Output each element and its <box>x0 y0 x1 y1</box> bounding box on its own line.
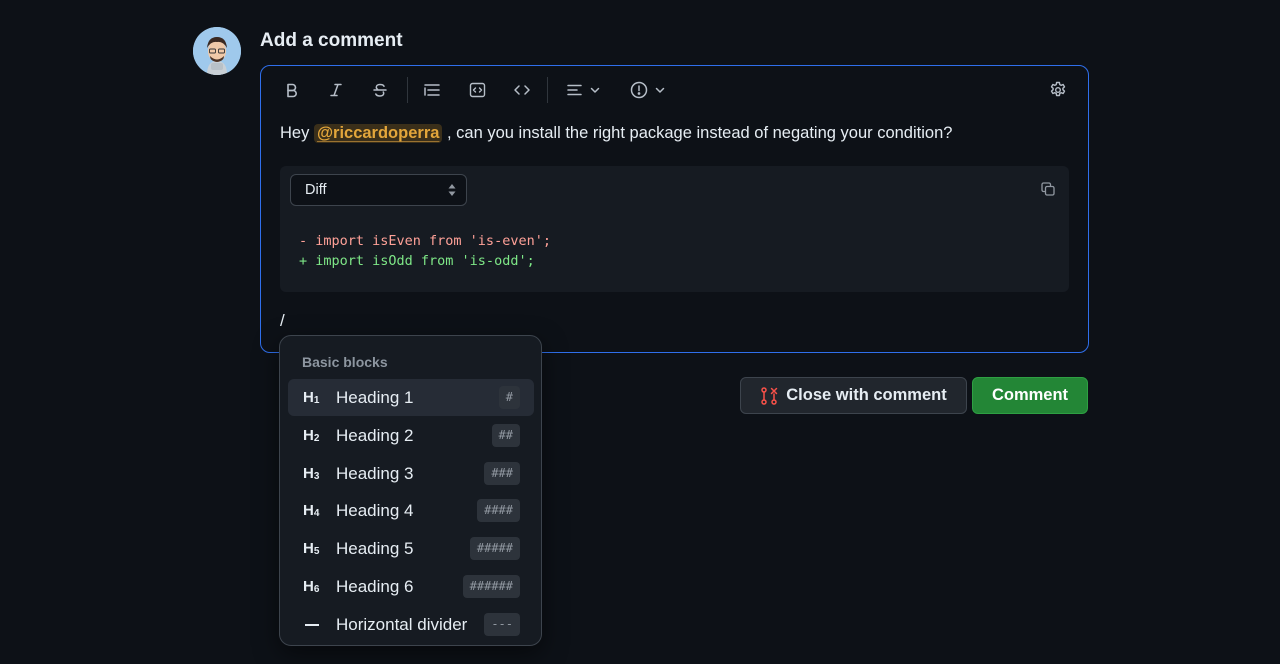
menu-item-heading-2[interactable]: H2 Heading 2 ## <box>288 417 534 454</box>
menu-item-shortcut: ## <box>491 424 520 447</box>
alert-dropdown-button[interactable] <box>628 78 668 102</box>
heading-5-icon: H5 <box>303 530 319 567</box>
toolbar-separator <box>407 77 408 103</box>
code-block-button[interactable] <box>466 78 488 102</box>
heading-4-icon: H4 <box>303 492 319 529</box>
code-icon <box>514 85 530 95</box>
heading-icon-letter: H <box>303 502 314 519</box>
language-select-value: Diff <box>305 182 327 198</box>
code-block[interactable]: Diff - import isEven from 'is-even'; + i… <box>280 166 1069 292</box>
menu-item-shortcut: ###### <box>462 575 520 598</box>
comment-text-end: , can you install the right package inst… <box>442 124 953 142</box>
user-mention[interactable]: @riccardoperra <box>313 124 443 143</box>
heading-1-icon: H1 <box>303 379 319 416</box>
bold-button[interactable] <box>281 78 303 102</box>
menu-item-heading-1[interactable]: H1 Heading 1 # <box>288 379 534 416</box>
menu-item-shortcut: # <box>498 386 520 409</box>
menu-item-heading-5[interactable]: H5 Heading 5 ##### <box>288 530 534 567</box>
heading-icon-letter: H <box>303 465 314 482</box>
comment-editor[interactable]: Hey @riccardoperra , can you install the… <box>260 65 1089 353</box>
heading-icon-letter: H <box>303 578 314 595</box>
menu-item-heading-3[interactable]: H3 Heading 3 ### <box>288 455 534 492</box>
bold-icon <box>287 83 297 98</box>
menu-item-shortcut: #### <box>477 499 520 522</box>
comment-text-start: Hey <box>280 124 314 142</box>
strikethrough-button[interactable] <box>369 78 391 102</box>
heading-icon-level: 1 <box>313 395 320 406</box>
code-line-removed: - import isEven from 'is-even'; <box>299 233 551 249</box>
comment-button[interactable]: Comment <box>972 377 1088 414</box>
align-icon <box>566 84 582 96</box>
italic-icon <box>330 83 342 97</box>
copy-icon <box>1041 182 1055 196</box>
horizontal-divider-icon <box>305 624 319 626</box>
settings-icon <box>1050 81 1066 97</box>
inline-code-button[interactable] <box>511 78 533 102</box>
slash-command-text[interactable]: / <box>280 311 285 331</box>
menu-item-label: Heading 5 <box>336 539 414 558</box>
toolbar-separator <box>547 77 548 103</box>
strikethrough-icon <box>373 83 387 97</box>
avatar-image <box>193 27 241 75</box>
heading-icon-letter: H <box>303 427 314 444</box>
align-dropdown-button[interactable] <box>563 78 603 102</box>
copy-button[interactable] <box>1040 181 1056 202</box>
select-arrows-icon <box>448 184 456 196</box>
code-block-icon <box>469 82 485 98</box>
menu-item-shortcut: ### <box>484 462 520 485</box>
menu-heading: Basic blocks <box>302 354 388 370</box>
slash-command-menu: Basic blocks H1 Heading 1 # H2 Heading 2… <box>279 335 542 646</box>
heading-icon-level: 5 <box>313 546 320 557</box>
heading-icon-level: 2 <box>313 433 320 444</box>
page-title: Add a comment <box>260 30 403 51</box>
italic-button[interactable] <box>325 78 347 102</box>
menu-item-heading-6[interactable]: H6 Heading 6 ###### <box>288 568 534 605</box>
heading-icon-level: 4 <box>313 508 320 519</box>
chevron-down-icon <box>655 87 665 93</box>
heading-icon-letter: H <box>303 540 314 557</box>
settings-button[interactable] <box>1047 78 1069 102</box>
list-button[interactable] <box>421 78 443 102</box>
close-with-comment-button[interactable]: Close with comment <box>740 377 967 414</box>
alert-icon <box>630 81 648 99</box>
menu-item-label: Heading 3 <box>336 464 414 483</box>
menu-item-label: Heading 1 <box>336 388 414 407</box>
avatar[interactable] <box>193 27 241 75</box>
heading-3-icon: H3 <box>303 455 319 492</box>
menu-item-label: Heading 6 <box>336 577 414 596</box>
heading-2-icon: H2 <box>303 417 319 454</box>
menu-item-label: Horizontal divider <box>336 615 468 634</box>
comment-text[interactable]: Hey @riccardoperra , can you install the… <box>280 124 952 143</box>
heading-icon-level: 3 <box>313 471 320 482</box>
heading-icon-letter: H <box>303 389 314 406</box>
menu-item-shortcut: --- <box>484 613 520 636</box>
list-icon <box>424 84 440 96</box>
menu-item-label: Heading 2 <box>336 426 414 445</box>
menu-item-heading-4[interactable]: H4 Heading 4 #### <box>288 492 534 529</box>
issue-closed-icon <box>761 386 778 405</box>
heading-icon-level: 6 <box>313 584 320 595</box>
close-with-comment-label: Close with comment <box>786 386 947 404</box>
menu-item-horizontal-divider[interactable]: Horizontal divider --- <box>288 606 534 643</box>
menu-item-label: Heading 4 <box>336 501 414 520</box>
menu-item-shortcut: ##### <box>469 537 520 560</box>
chevron-down-icon <box>590 87 599 93</box>
comment-button-label: Comment <box>991 386 1069 404</box>
language-select[interactable]: Diff <box>290 174 467 206</box>
heading-6-icon: H6 <box>303 568 319 605</box>
code-line-added: + import isOdd from 'is-odd'; <box>299 253 535 269</box>
